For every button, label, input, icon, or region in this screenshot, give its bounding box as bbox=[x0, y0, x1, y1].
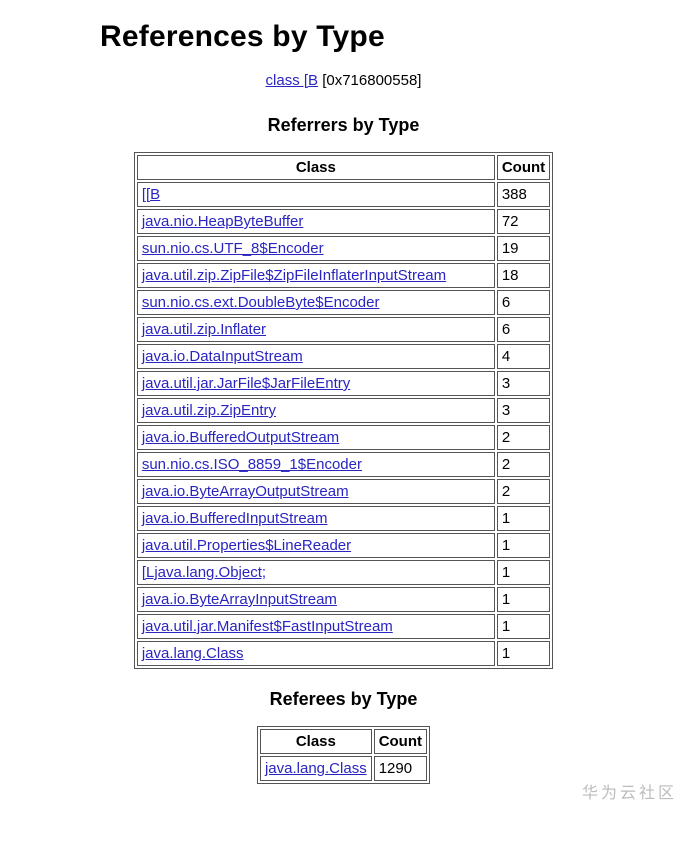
table-row: [[B 388 bbox=[137, 182, 550, 207]
class-link[interactable]: java.nio.HeapByteBuffer bbox=[142, 213, 304, 230]
class-link[interactable]: java.util.jar.Manifest$FastInputStream bbox=[142, 618, 393, 635]
class-cell: java.lang.Class bbox=[137, 641, 495, 666]
class-cell: sun.nio.cs.UTF_8$Encoder bbox=[137, 236, 495, 261]
class-link[interactable]: [Ljava.lang.Object; bbox=[142, 564, 266, 581]
header-count: Count bbox=[497, 155, 550, 180]
table-row: java.io.BufferedInputStream 1 bbox=[137, 506, 550, 531]
referrers-table: Class Count [[B388java.nio.HeapByteBuffe… bbox=[134, 152, 553, 669]
page-title: References by Type bbox=[100, 20, 647, 54]
class-cell: java.io.DataInputStream bbox=[137, 344, 495, 369]
table-row: java.util.zip.ZipFile$ZipFileInflaterInp… bbox=[137, 263, 550, 288]
header-class: Class bbox=[260, 729, 372, 754]
class-link[interactable]: java.io.BufferedOutputStream bbox=[142, 429, 339, 446]
count-cell: 3 bbox=[497, 398, 550, 423]
count-cell: 388 bbox=[497, 182, 550, 207]
class-link[interactable]: java.io.ByteArrayOutputStream bbox=[142, 483, 349, 500]
class-cell: java.io.BufferedInputStream bbox=[137, 506, 495, 531]
class-link[interactable]: java.util.zip.ZipEntry bbox=[142, 402, 276, 419]
count-cell: 1 bbox=[497, 587, 550, 612]
class-link[interactable]: java.lang.Class bbox=[265, 760, 367, 777]
table-row: [Ljava.lang.Object; 1 bbox=[137, 560, 550, 585]
class-link[interactable]: sun.nio.cs.UTF_8$Encoder bbox=[142, 240, 324, 257]
table-row: java.lang.Class 1 bbox=[137, 641, 550, 666]
class-cell: java.io.BufferedOutputStream bbox=[137, 425, 495, 450]
count-cell: 4 bbox=[497, 344, 550, 369]
table-row: java.io.DataInputStream 4 bbox=[137, 344, 550, 369]
class-link[interactable]: [[B bbox=[142, 186, 160, 203]
class-link[interactable]: sun.nio.cs.ext.DoubleByte$Encoder bbox=[142, 294, 380, 311]
class-cell: java.util.zip.ZipEntry bbox=[137, 398, 495, 423]
class-cell: java.io.ByteArrayInputStream bbox=[137, 587, 495, 612]
count-cell: 6 bbox=[497, 290, 550, 315]
class-reference-line: class [B [0x716800558] bbox=[40, 72, 647, 89]
class-cell: java.util.jar.Manifest$FastInputStream bbox=[137, 614, 495, 639]
class-cell: java.util.jar.JarFile$JarFileEntry bbox=[137, 371, 495, 396]
class-cell: java.util.zip.ZipFile$ZipFileInflaterInp… bbox=[137, 263, 495, 288]
class-id-suffix: [0x716800558] bbox=[318, 72, 421, 89]
class-link[interactable]: java.util.zip.Inflater bbox=[142, 321, 266, 338]
class-link[interactable]: java.util.zip.ZipFile$ZipFileInflaterInp… bbox=[142, 267, 446, 284]
class-cell: java.lang.Class bbox=[260, 756, 372, 781]
watermark: 华为云社区 bbox=[582, 779, 677, 803]
count-cell: 6 bbox=[497, 317, 550, 342]
table-header-row: Class Count bbox=[137, 155, 550, 180]
table-row: java.util.jar.Manifest$FastInputStream 1 bbox=[137, 614, 550, 639]
table-row: java.nio.HeapByteBuffer 72 bbox=[137, 209, 550, 234]
referrers-heading: Referrers by Type bbox=[40, 115, 647, 136]
class-cell: java.nio.HeapByteBuffer bbox=[137, 209, 495, 234]
table-header-row: Class Count bbox=[260, 729, 427, 754]
class-cell: [[B bbox=[137, 182, 495, 207]
class-link[interactable]: java.io.BufferedInputStream bbox=[142, 510, 328, 527]
count-cell: 1 bbox=[497, 641, 550, 666]
referees-table: Class Count java.lang.Class 1290 bbox=[257, 726, 430, 784]
class-link[interactable]: java.util.jar.JarFile$JarFileEntry bbox=[142, 375, 350, 392]
referees-heading: Referees by Type bbox=[40, 689, 647, 710]
class-cell: java.util.zip.Inflater bbox=[137, 317, 495, 342]
count-cell: 1290 bbox=[374, 756, 427, 781]
count-cell: 2 bbox=[497, 479, 550, 504]
count-cell: 3 bbox=[497, 371, 550, 396]
count-cell: 1 bbox=[497, 560, 550, 585]
header-count: Count bbox=[374, 729, 427, 754]
table-row: java.io.ByteArrayOutputStream 2 bbox=[137, 479, 550, 504]
table-row: java.lang.Class 1290 bbox=[260, 756, 427, 781]
table-row: java.util.zip.ZipEntry 3 bbox=[137, 398, 550, 423]
class-cell: java.io.ByteArrayOutputStream bbox=[137, 479, 495, 504]
class-link[interactable]: java.io.ByteArrayInputStream bbox=[142, 591, 337, 608]
table-row: java.io.ByteArrayInputStream 1 bbox=[137, 587, 550, 612]
table-row: sun.nio.cs.ISO_8859_1$Encoder 2 bbox=[137, 452, 550, 477]
count-cell: 18 bbox=[497, 263, 550, 288]
class-cell: sun.nio.cs.ext.DoubleByte$Encoder bbox=[137, 290, 495, 315]
table-row: java.util.jar.JarFile$JarFileEntry 3 bbox=[137, 371, 550, 396]
count-cell: 1 bbox=[497, 506, 550, 531]
class-link[interactable]: class [B bbox=[266, 72, 319, 89]
table-row: sun.nio.cs.UTF_8$Encoder 19 bbox=[137, 236, 550, 261]
class-link[interactable]: java.lang.Class bbox=[142, 645, 244, 662]
count-cell: 2 bbox=[497, 425, 550, 450]
class-link[interactable]: java.util.Properties$LineReader bbox=[142, 537, 351, 554]
table-row: sun.nio.cs.ext.DoubleByte$Encoder 6 bbox=[137, 290, 550, 315]
table-row: java.util.Properties$LineReader 1 bbox=[137, 533, 550, 558]
count-cell: 1 bbox=[497, 614, 550, 639]
header-class: Class bbox=[137, 155, 495, 180]
count-cell: 72 bbox=[497, 209, 550, 234]
table-row: java.io.BufferedOutputStream 2 bbox=[137, 425, 550, 450]
class-cell: [Ljava.lang.Object; bbox=[137, 560, 495, 585]
class-cell: sun.nio.cs.ISO_8859_1$Encoder bbox=[137, 452, 495, 477]
table-row: java.util.zip.Inflater 6 bbox=[137, 317, 550, 342]
class-link[interactable]: java.io.DataInputStream bbox=[142, 348, 303, 365]
class-link[interactable]: sun.nio.cs.ISO_8859_1$Encoder bbox=[142, 456, 362, 473]
count-cell: 1 bbox=[497, 533, 550, 558]
count-cell: 19 bbox=[497, 236, 550, 261]
class-cell: java.util.Properties$LineReader bbox=[137, 533, 495, 558]
count-cell: 2 bbox=[497, 452, 550, 477]
